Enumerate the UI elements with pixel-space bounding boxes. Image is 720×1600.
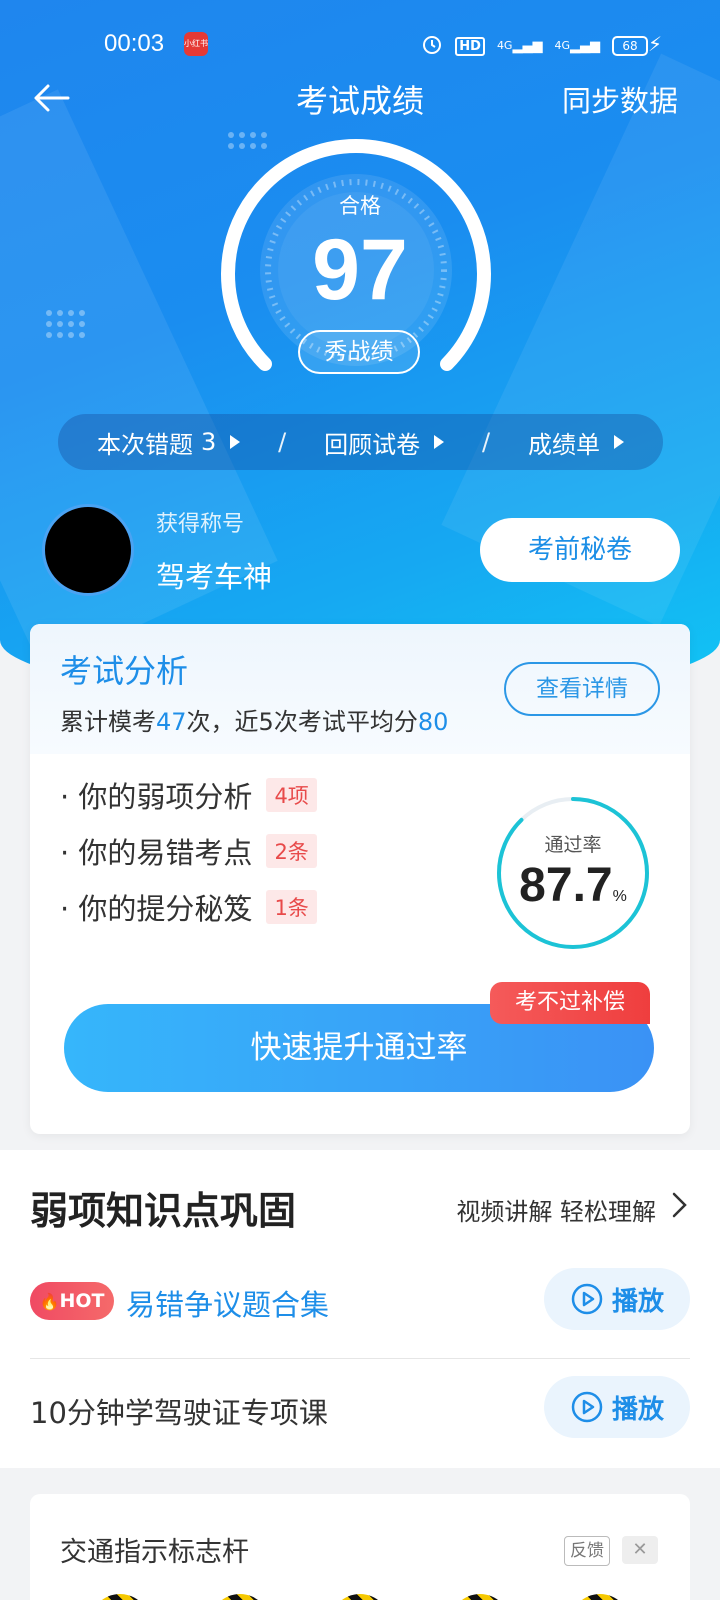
count-tag: 2条 bbox=[266, 834, 317, 868]
average-score: 80 bbox=[417, 708, 449, 736]
item-label: · 你的提分秘笈 bbox=[60, 892, 253, 926]
exam-score: 97 bbox=[312, 222, 408, 318]
wrong-questions-count: 3 bbox=[200, 428, 217, 456]
traffic-sign-images bbox=[60, 1594, 660, 1600]
play-arrow-icon bbox=[434, 435, 445, 449]
hd-icon: HD bbox=[455, 36, 485, 56]
play-label: 播放 bbox=[611, 1286, 664, 1317]
signal-4g-icon: 4G▂▄▆ bbox=[496, 38, 543, 54]
view-details-button[interactable]: 查看详情 bbox=[504, 662, 660, 716]
wrong-questions-label: 本次错题 bbox=[96, 430, 193, 459]
separator: / bbox=[278, 428, 287, 456]
report-card-link[interactable]: 成绩单 bbox=[528, 425, 625, 460]
app-notification-icon: 小红书 bbox=[184, 32, 208, 56]
section-title: 弱项知识点巩固 bbox=[30, 1189, 297, 1233]
play-circle-icon bbox=[571, 1391, 603, 1423]
play-arrow-icon bbox=[230, 435, 241, 449]
status-icons: HD 4G▂▄▆ 4G▂▄▆ 68 bbox=[421, 33, 648, 59]
status-time: 00:03 bbox=[104, 30, 165, 57]
battery-icon: 68 bbox=[612, 36, 648, 56]
list-item-title: 易错争议题合集 bbox=[126, 1288, 330, 1322]
warning-sign-image bbox=[330, 1594, 390, 1600]
item-label: · 你的易错考点 bbox=[60, 836, 253, 870]
play-label: 播放 bbox=[611, 1394, 664, 1425]
warning-sign-image bbox=[450, 1594, 510, 1600]
earned-title-value: 驾考车神 bbox=[156, 560, 273, 594]
exam-count: 47 bbox=[156, 708, 187, 736]
list-item[interactable]: 10分钟学驾驶证专项课 播放 bbox=[30, 1370, 690, 1450]
pass-rate-value: 87.7% bbox=[494, 858, 652, 913]
review-paper-label: 回顾试卷 bbox=[324, 430, 421, 459]
pass-rate-label: 通过率 bbox=[544, 834, 602, 856]
sync-data-button[interactable]: 同步数据 bbox=[562, 78, 678, 120]
earned-title-label: 获得称号 bbox=[156, 512, 245, 537]
wrong-questions-link[interactable]: 本次错题 3 bbox=[96, 425, 241, 460]
count-tag: 4项 bbox=[266, 778, 317, 812]
count-tag: 1条 bbox=[266, 890, 317, 924]
charging-icon: ⚡ bbox=[647, 32, 662, 56]
analysis-title: 考试分析 bbox=[60, 652, 189, 690]
analysis-summary: 累计模考47次，近5次考试平均分80 bbox=[60, 702, 448, 737]
score-tips-item[interactable]: · 你的提分秘笈 1条 bbox=[60, 886, 317, 928]
pass-status-label: 合格 bbox=[339, 194, 381, 218]
list-item[interactable]: 🔥HOT 易错争议题合集 播放 bbox=[30, 1262, 690, 1342]
play-circle-icon bbox=[571, 1283, 603, 1315]
divider bbox=[30, 1358, 690, 1359]
report-card-label: 成绩单 bbox=[528, 430, 601, 459]
item-label: · 你的弱项分析 bbox=[60, 780, 253, 814]
summary-prefix: 累计模考 bbox=[60, 708, 156, 736]
show-off-button[interactable]: 秀战绩 bbox=[298, 330, 420, 374]
card-title: 交通指示标志杆 bbox=[60, 1537, 249, 1568]
play-arrow-icon bbox=[614, 435, 625, 449]
close-icon[interactable]: ✕ bbox=[622, 1536, 658, 1564]
warning-sign-image bbox=[570, 1594, 630, 1600]
hot-badge: 🔥HOT bbox=[30, 1282, 114, 1320]
separator: / bbox=[482, 428, 491, 456]
result-actions-bar: 本次错题 3 / 回顾试卷 / 成绩单 bbox=[58, 414, 663, 470]
net-label: 4G bbox=[496, 38, 513, 52]
compensation-badge: 考不过补偿 bbox=[490, 982, 650, 1024]
play-button[interactable]: 播放 bbox=[544, 1376, 690, 1438]
pass-rate-unit: % bbox=[612, 888, 627, 905]
hot-label: HOT bbox=[59, 1290, 105, 1312]
weakness-analysis-item[interactable]: · 你的弱项分析 4项 bbox=[60, 774, 317, 816]
traffic-sign-card[interactable]: 交通指示标志杆 反馈 ✕ bbox=[30, 1494, 690, 1600]
list-item-title: 10分钟学驾驶证专项课 bbox=[30, 1396, 328, 1430]
play-button[interactable]: 播放 bbox=[544, 1268, 690, 1330]
exam-analysis-card: 考试分析 累计模考47次，近5次考试平均分80 查看详情 · 你的弱项分析 4项… bbox=[30, 624, 690, 1134]
error-prone-points-item[interactable]: · 你的易错考点 2条 bbox=[60, 830, 317, 872]
video-explain-link[interactable]: 视频讲解 轻松理解 bbox=[456, 1192, 656, 1227]
summary-middle: 次，近5次考试平均分 bbox=[186, 708, 418, 736]
net-label: 4G bbox=[554, 38, 570, 52]
chevron-right-icon[interactable] bbox=[664, 1190, 694, 1220]
feedback-button[interactable]: 反馈 bbox=[564, 1536, 610, 1566]
pre-exam-secret-button[interactable]: 考前秘卷 bbox=[480, 518, 680, 582]
signal-4g-icon: 4G▂▄▆ bbox=[554, 38, 600, 54]
warning-sign-image bbox=[210, 1594, 270, 1600]
pass-rate-number: 87.7 bbox=[519, 859, 613, 912]
review-paper-link[interactable]: 回顾试卷 bbox=[324, 425, 445, 460]
fire-icon: 🔥 bbox=[39, 1292, 60, 1311]
alarm-icon bbox=[421, 33, 443, 59]
avatar[interactable] bbox=[42, 504, 134, 596]
warning-sign-image bbox=[90, 1594, 150, 1600]
